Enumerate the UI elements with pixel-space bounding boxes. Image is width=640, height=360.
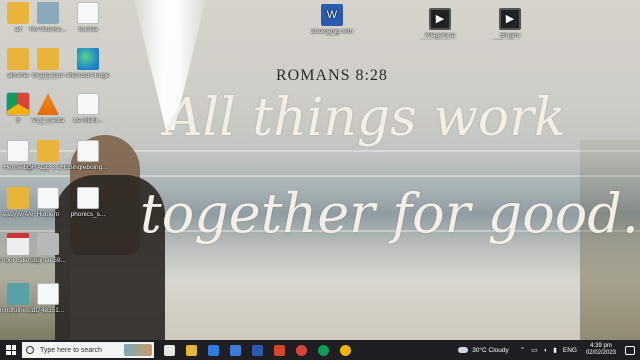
taskbar-app-mail[interactable] <box>202 340 224 360</box>
desktop-icon[interactable]: phonics_s... <box>64 187 112 219</box>
language-indicator[interactable]: ENG <box>563 347 577 354</box>
desktop-icon-label: Singiro Mihenivo ... <box>493 32 526 40</box>
clock[interactable]: 4:39 pm 02/02/2023 <box>586 343 616 357</box>
desktop-icon[interactable]: ▶ Vilagelona Samooi Var... <box>416 8 464 40</box>
taskbar-app-task-view[interactable] <box>158 340 180 360</box>
desktop-icon[interactable]: original-59... <box>24 233 72 265</box>
powerpoint-icon <box>273 344 285 356</box>
wallpaper-script-line-2: together for good. <box>140 182 639 245</box>
desktop-icon[interactable]: Sunilla <box>64 2 112 34</box>
taskbar-apps <box>158 340 356 360</box>
search-highlight-icon <box>124 344 152 356</box>
desktop-icon[interactable]: Singleboing... <box>64 140 112 172</box>
task-view-icon <box>163 344 175 356</box>
taskbar-app-chrome-2[interactable] <box>312 340 334 360</box>
taskbar: Type here to search 30°C Cloudy ⌃ ▭ ◖ ▮ … <box>0 340 640 360</box>
chrome-2-icon <box>317 344 329 356</box>
desktop: ROMANS 8:28 All things work together for… <box>0 0 640 340</box>
chevron-up-icon[interactable]: ⌃ <box>520 346 525 354</box>
wallpaper-script-line-1: All things work <box>165 88 566 148</box>
desktop-icon-label: Zoowarng witn '000 <box>310 28 354 36</box>
desktop-icon-label: Microsoft Edge <box>66 72 110 79</box>
desktop-icon-label: Singleboing... <box>68 164 108 171</box>
taskbar-app-file-explorer[interactable] <box>180 340 202 360</box>
desktop-icon-label: df748351... <box>31 307 65 314</box>
mail-icon <box>207 344 219 356</box>
desktop-icon-label: Sunilla <box>78 26 98 33</box>
word-document-icon: W <box>321 4 343 26</box>
document-icon <box>77 93 99 115</box>
clock-time: 4:39 pm <box>590 343 612 349</box>
document-icon <box>37 283 59 305</box>
image-file-icon <box>37 2 59 24</box>
video-file-icon: ▶ <box>499 8 521 30</box>
wallpaper-verse: ROMANS 8:28 <box>276 67 388 84</box>
image-file-icon <box>37 233 59 255</box>
document-icon <box>37 187 59 209</box>
volume-icon[interactable]: ◖ <box>543 347 547 354</box>
taskbar-app-word[interactable] <box>246 340 268 360</box>
document-icon <box>77 140 99 162</box>
start-button[interactable] <box>0 340 22 360</box>
desktop-icon[interactable]: Le-Illiiihl... <box>64 93 112 125</box>
folder-icon <box>37 48 59 70</box>
desktop-icon[interactable]: ▶ Singiro Mihenivo ... <box>486 8 534 40</box>
document-icon <box>77 187 99 209</box>
word-icon <box>251 344 263 356</box>
folder-icon <box>37 140 59 162</box>
edge-browser-icon <box>77 48 99 70</box>
desktop-icon-label: phonics_s... <box>70 211 106 218</box>
search-placeholder: Type here to search <box>40 346 102 354</box>
taskbar-app-store[interactable] <box>224 340 246 360</box>
weather-widget[interactable]: 30°C Cloudy <box>458 347 509 354</box>
document-icon <box>77 2 99 24</box>
file-explorer-icon <box>185 344 197 356</box>
store-icon <box>229 344 241 356</box>
windows-logo-icon <box>6 345 16 355</box>
battery-icon[interactable]: ▮ <box>553 346 557 354</box>
cloud-icon <box>458 347 469 353</box>
taskbar-app-chrome-3[interactable] <box>334 340 356 360</box>
desktop-icon[interactable]: df748351... <box>24 283 72 315</box>
chrome-3-icon <box>339 344 351 356</box>
video-file-icon: ▶ <box>429 8 451 30</box>
notification-icon[interactable] <box>625 345 635 355</box>
desktop-icon-label: Vilagelona Samooi Var... <box>421 32 460 40</box>
taskbar-app-chrome[interactable] <box>290 340 312 360</box>
desktop-icon-label: original-59... <box>30 257 66 264</box>
taskbar-app-powerpoint[interactable] <box>268 340 290 360</box>
clock-date: 02/02/2023 <box>585 350 616 356</box>
vlc-player-icon <box>37 93 59 115</box>
chrome-icon <box>295 344 307 356</box>
desktop-icon[interactable]: W Zoowarng witn '000 <box>308 4 356 36</box>
network-icon[interactable]: ▭ <box>531 346 537 354</box>
search-box[interactable]: Type here to search <box>22 342 154 358</box>
search-icon <box>26 346 34 354</box>
weather-text: 30°C Cloudy <box>472 346 509 354</box>
desktop-icon-label: Le-Illiiihl... <box>73 117 103 124</box>
desktop-icon[interactable]: Microsoft Edge <box>64 48 112 80</box>
system-tray: 30°C Cloudy ⌃ ▭ ◖ ▮ ENG 4:39 pm 02/02/20… <box>458 340 640 360</box>
